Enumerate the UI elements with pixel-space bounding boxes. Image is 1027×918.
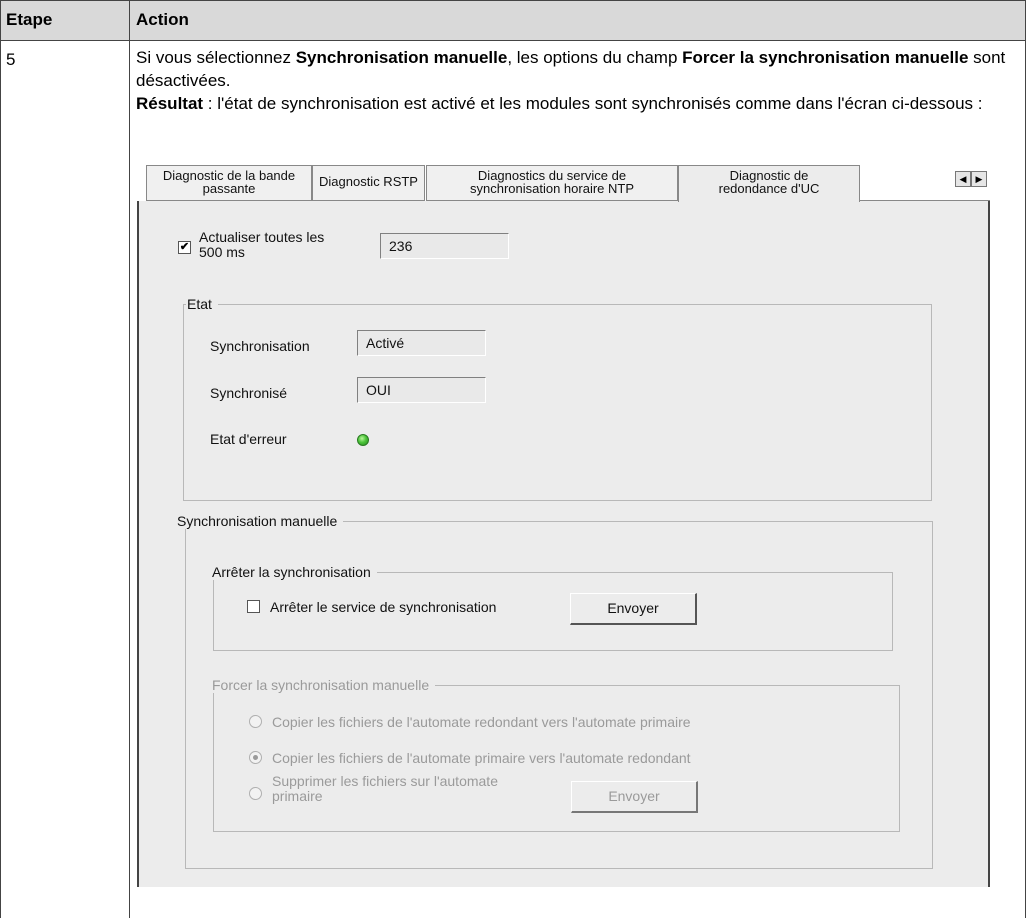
sync-value-field: Activé bbox=[357, 330, 486, 356]
error-state-led-icon bbox=[357, 434, 369, 446]
stop-sync-checkbox-label: Arrêter le service de synchronisation bbox=[270, 599, 497, 615]
action-text-1: Si vous sélectionnez bbox=[136, 48, 296, 67]
header-etape: Etape bbox=[6, 10, 53, 29]
table-border-left bbox=[0, 0, 1, 918]
force-sync-group-title: Forcer la synchronisation manuelle bbox=[211, 677, 436, 693]
synced-value-field: OUI bbox=[357, 377, 486, 403]
force-option3-line2: primaire bbox=[272, 788, 323, 804]
diagnostic-dialog-screenshot: Diagnostic de la bande passante Diagnost… bbox=[137, 165, 990, 887]
panel-border-right bbox=[988, 201, 990, 887]
action-text-2: , les options du champ bbox=[507, 48, 683, 67]
stop-sync-group-title: Arrêter la synchronisation bbox=[211, 564, 377, 580]
tab-bar: Diagnostic de la bande passante Diagnost… bbox=[137, 165, 990, 202]
tab-scroll-right-icon[interactable]: ▶ bbox=[971, 171, 987, 187]
sync-label: Synchronisation bbox=[210, 338, 310, 354]
header-action: Action bbox=[136, 10, 189, 29]
state-group-title: Etat bbox=[186, 296, 218, 312]
action-description: Si vous sélectionnez Synchronisation man… bbox=[136, 46, 1016, 115]
state-group: Etat bbox=[183, 296, 932, 501]
synced-label: Synchronisé bbox=[210, 385, 288, 401]
refresh-label: Actualiser toutes les 500 ms bbox=[199, 230, 324, 260]
result-text: : l'état de synchronisation est activé e… bbox=[203, 94, 983, 113]
refresh-label-line2: 500 ms bbox=[199, 244, 245, 260]
tab-cpu-redundancy-diagnostic[interactable]: Diagnostic de redondance d'UC bbox=[678, 165, 860, 202]
table-header-divider bbox=[0, 40, 1026, 41]
tab-rstp-diagnostic[interactable]: Diagnostic RSTP bbox=[312, 165, 425, 201]
force-option2-label: Copier les fichiers de l'automate primai… bbox=[272, 750, 691, 766]
tab-label-line2: redondance d'UC bbox=[718, 181, 820, 196]
action-bold-force-sync: Forcer la synchronisation manuelle bbox=[682, 48, 969, 67]
force-option3-label: Supprimer les fichiers sur l'automate pr… bbox=[272, 774, 498, 804]
action-bold-manual-sync: Synchronisation manuelle bbox=[295, 48, 508, 67]
error-state-label: Etat d'erreur bbox=[210, 431, 287, 447]
force-option2-radio[interactable] bbox=[249, 751, 262, 764]
tab-label-line2: synchronisation horaire NTP bbox=[469, 181, 635, 196]
force-option1-label: Copier les fichiers de l'automate redond… bbox=[272, 714, 691, 730]
tab-ntp-diagnostic[interactable]: Diagnostics du service de synchronisatio… bbox=[426, 165, 678, 201]
tab-label-line1: Diagnostic RSTP bbox=[319, 174, 418, 189]
manual-sync-group-title: Synchronisation manuelle bbox=[176, 513, 344, 529]
tab-baseline bbox=[860, 200, 990, 201]
panel-border-left bbox=[137, 201, 139, 887]
step-number: 5 bbox=[6, 50, 16, 69]
refresh-label-line1: Actualiser toutes les bbox=[199, 229, 325, 245]
table-border-right bbox=[1025, 0, 1026, 918]
result-label: Résultat bbox=[136, 94, 204, 113]
table-column-divider bbox=[129, 0, 130, 918]
tab-scroll-left-icon[interactable]: ◀ bbox=[955, 171, 971, 187]
force-sync-send-button[interactable]: Envoyer bbox=[571, 781, 698, 813]
force-option1-radio[interactable] bbox=[249, 715, 262, 728]
stop-sync-checkbox[interactable] bbox=[247, 600, 260, 613]
table-border-top bbox=[0, 0, 1026, 1]
refresh-counter-field: 236 bbox=[380, 233, 509, 259]
force-option3-radio[interactable] bbox=[249, 787, 262, 800]
tab-bandwidth-diagnostic[interactable]: Diagnostic de la bande passante bbox=[146, 165, 312, 201]
tab-label-line2: passante bbox=[202, 181, 256, 196]
force-option3-line1: Supprimer les fichiers sur l'automate bbox=[272, 773, 498, 789]
stop-sync-send-button[interactable]: Envoyer bbox=[570, 593, 697, 625]
refresh-checkbox[interactable]: ✔ bbox=[178, 241, 191, 254]
